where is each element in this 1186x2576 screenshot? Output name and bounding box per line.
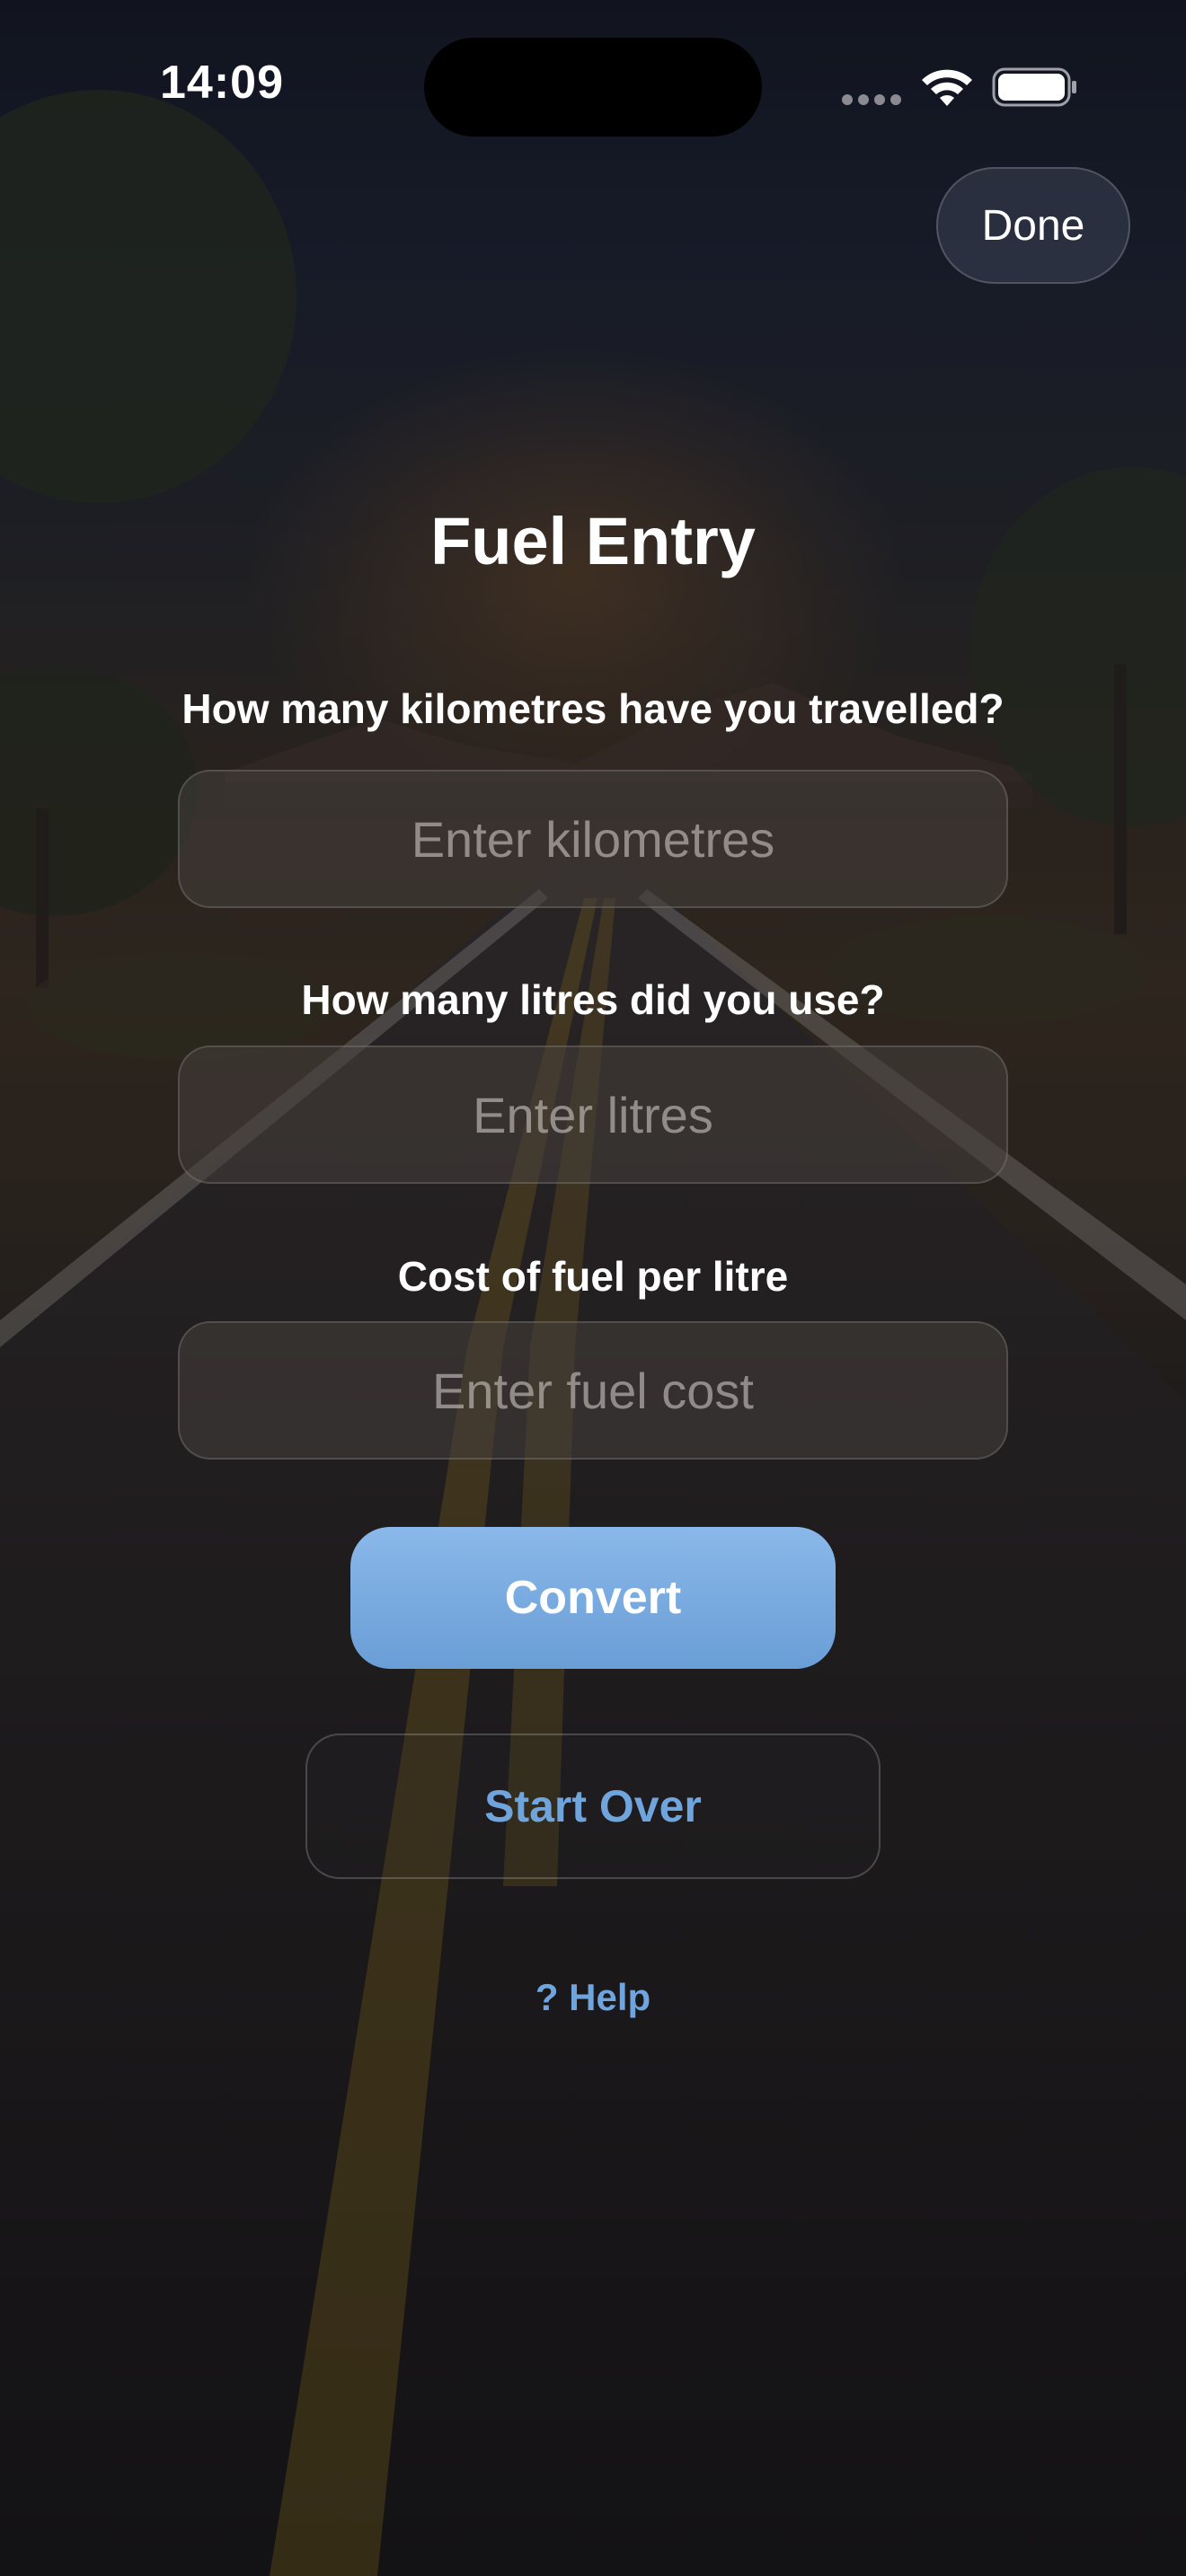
fuel-cost-placeholder: Enter fuel cost [432,1362,754,1419]
kilometres-placeholder: Enter kilometres [411,810,775,868]
litres-label: How many litres did you use? [301,976,885,1023]
wifi-icon [922,69,972,106]
page-title: Fuel Entry [430,504,756,578]
help-link[interactable]: ? Help [0,1976,1186,2019]
fuel-entry-screen: 14:09 Done Fuel Entry How many kilometre… [0,0,1186,2576]
done-button[interactable]: Done [936,167,1130,284]
dynamic-island [424,38,762,137]
status-bar-time: 14:09 [160,57,284,109]
litres-placeholder: Enter litres [473,1086,713,1143]
start-over-button[interactable]: Start Over [305,1734,881,1879]
battery-icon [992,67,1076,107]
litres-input[interactable]: Enter litres [178,1045,1008,1184]
convert-button[interactable]: Convert [350,1527,836,1669]
fuel-cost-input[interactable]: Enter fuel cost [178,1321,1008,1460]
signal-icon [842,94,901,105]
fuel-cost-label: Cost of fuel per litre [397,1253,789,1300]
kilometres-label: How many kilometres have you travelled? [181,685,1005,732]
kilometres-input[interactable]: Enter kilometres [178,770,1008,908]
